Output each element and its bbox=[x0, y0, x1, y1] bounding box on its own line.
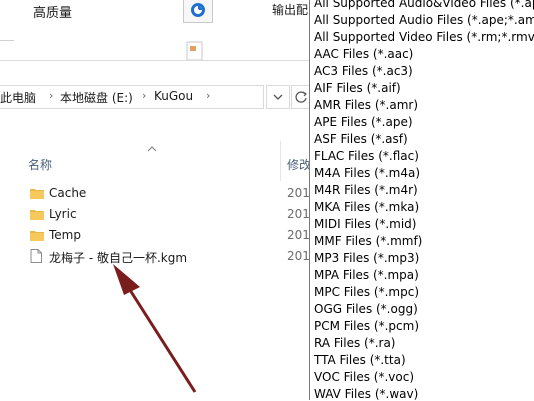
file-type-option[interactable]: PCM Files (*.pcm) bbox=[314, 319, 419, 333]
file-type-option[interactable]: All Supported Audio Files (*.ape;*.amr; bbox=[314, 13, 534, 27]
file-type-option[interactable]: VOC Files (*.voc) bbox=[314, 370, 414, 384]
file-type-option[interactable]: MPC Files (*.mpc) bbox=[314, 285, 419, 299]
file-type-option[interactable]: AIF Files (*.aif) bbox=[314, 81, 401, 95]
file-type-option[interactable]: TTA Files (*.tta) bbox=[314, 353, 406, 367]
file-type-option[interactable]: AC3 Files (*.ac3) bbox=[314, 64, 413, 78]
file-type-option[interactable]: ASF Files (*.asf) bbox=[314, 132, 408, 146]
file-type-option[interactable]: MPA Files (*.mpa) bbox=[314, 268, 419, 282]
file-type-option[interactable]: All Supported Audio&Video Files (*.ap bbox=[314, 0, 534, 10]
file-type-option[interactable]: All Supported Video Files (*.rm;*.rmvb; bbox=[314, 30, 534, 44]
file-type-option[interactable]: APE Files (*.ape) bbox=[314, 115, 413, 129]
file-type-option[interactable]: OGG Files (*.ogg) bbox=[314, 302, 418, 316]
file-type-option[interactable]: AMR Files (*.amr) bbox=[314, 98, 418, 112]
file-type-option[interactable]: RA Files (*.ra) bbox=[314, 336, 396, 350]
file-type-option[interactable]: WAV Files (*.wav) bbox=[314, 387, 418, 401]
file-type-option[interactable]: AAC Files (*.aac) bbox=[314, 47, 413, 61]
file-type-option[interactable]: MP3 Files (*.mp3) bbox=[314, 251, 419, 265]
file-type-option[interactable]: M4R Files (*.m4r) bbox=[314, 183, 418, 197]
file-type-dropdown[interactable]: All Supported Audio&Video Files (*.ap All… bbox=[309, 0, 534, 401]
annotation-arrow-left bbox=[113, 264, 197, 393]
file-type-option[interactable]: MIDI Files (*.mid) bbox=[314, 217, 416, 231]
file-type-option[interactable]: FLAC Files (*.flac) bbox=[314, 149, 419, 163]
file-type-option[interactable]: MMF Files (*.mmf) bbox=[314, 234, 422, 248]
file-type-option[interactable]: M4A Files (*.m4a) bbox=[314, 166, 420, 180]
file-type-option[interactable]: MKA Files (*.mka) bbox=[314, 200, 419, 214]
